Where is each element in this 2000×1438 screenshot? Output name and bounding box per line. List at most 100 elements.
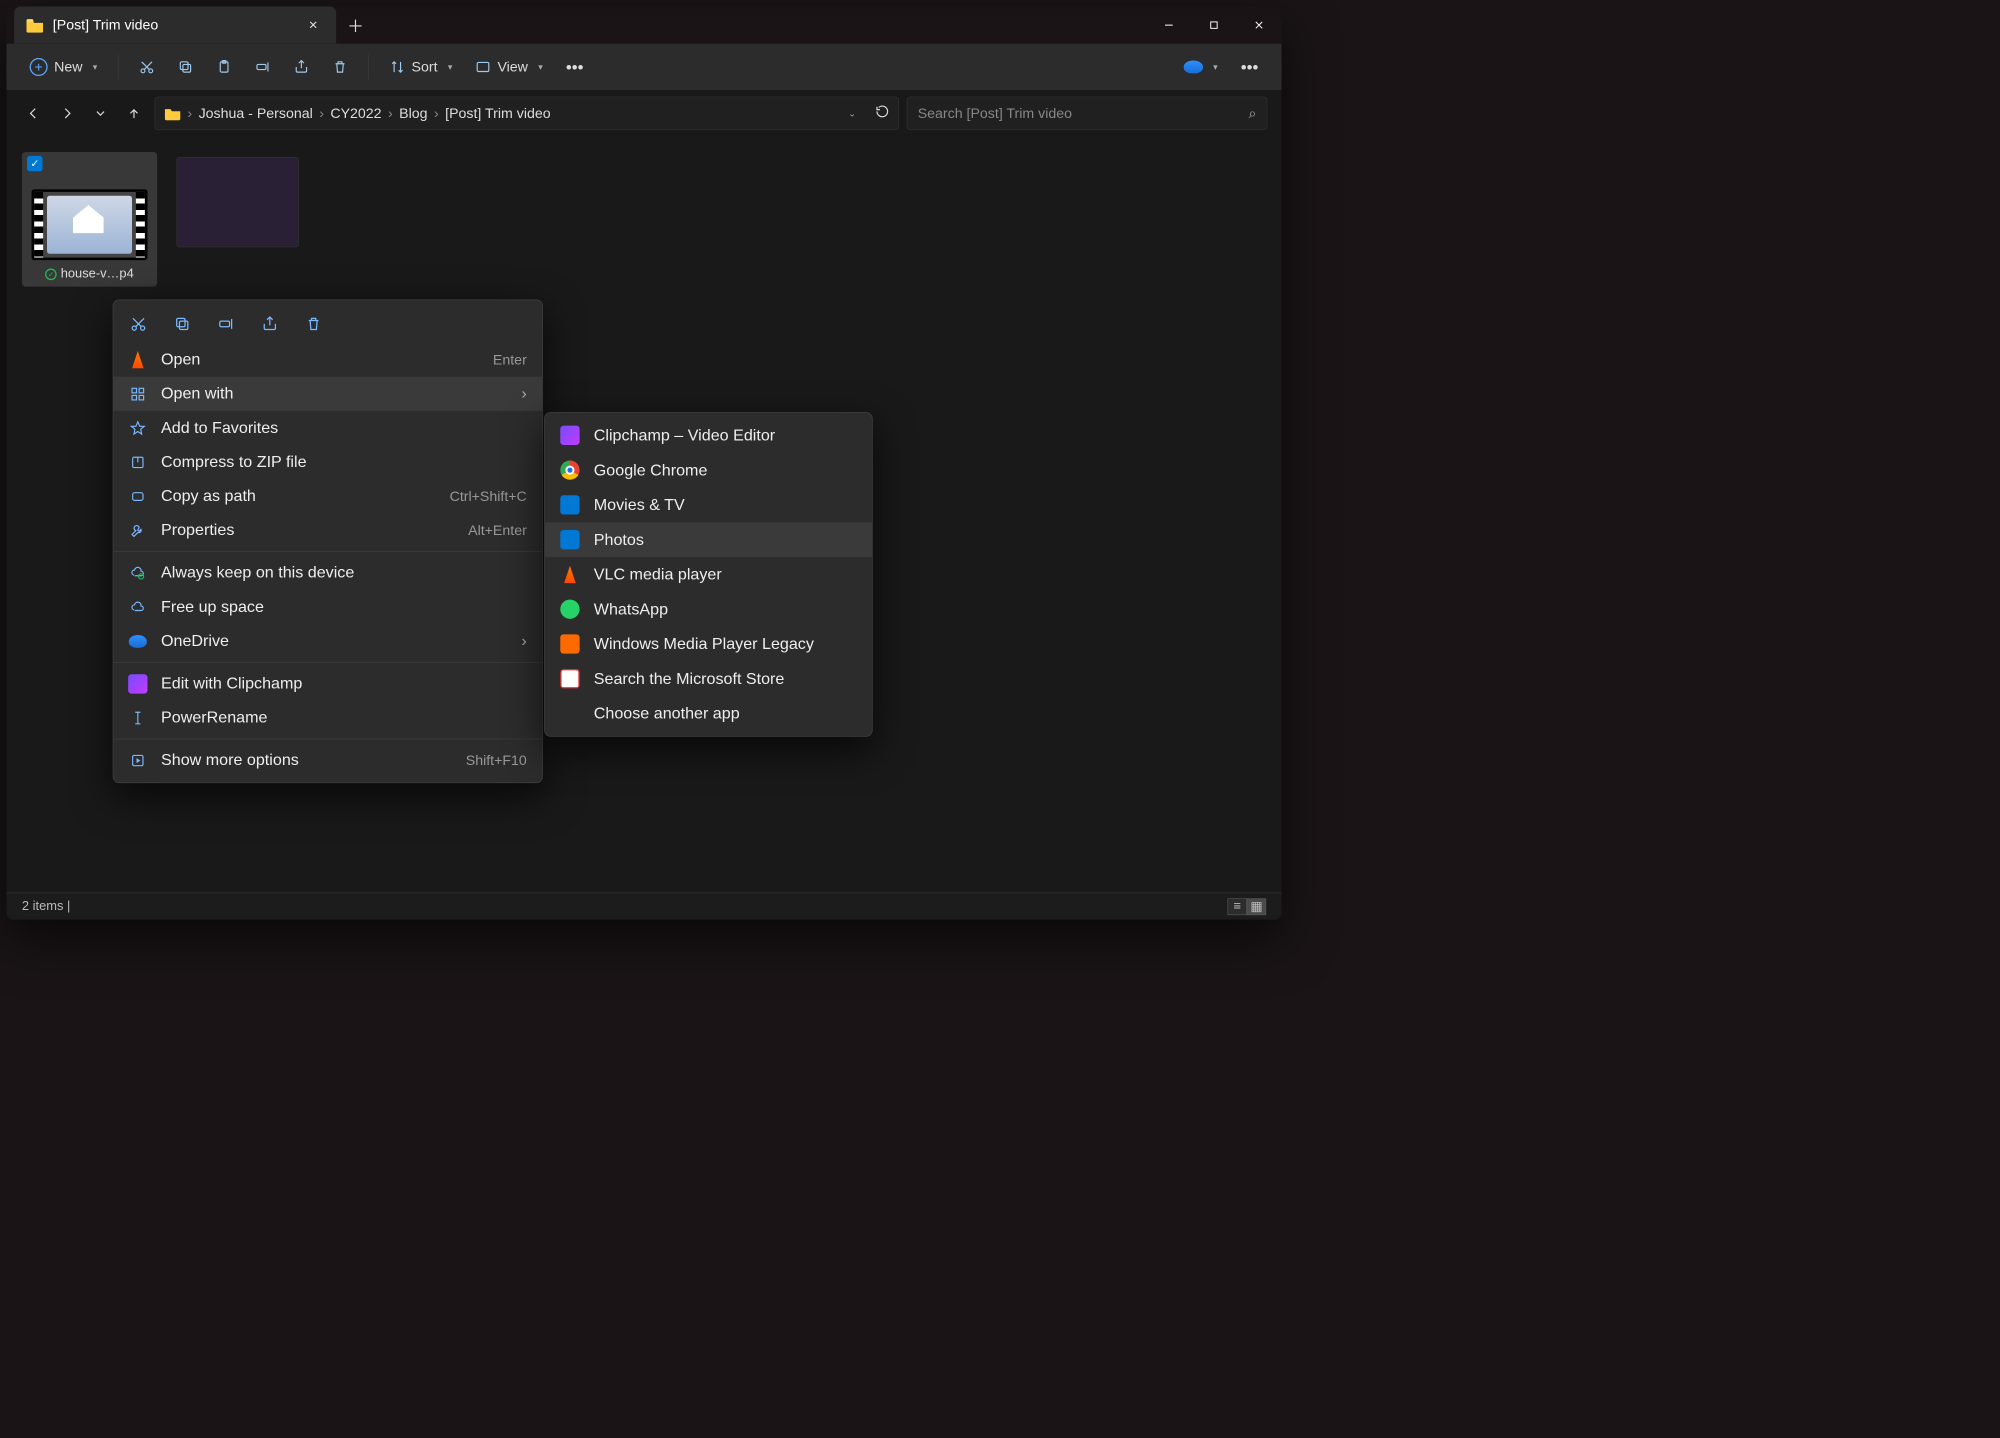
close-tab-button[interactable]: ✕ (302, 14, 325, 35)
view-icon (476, 59, 491, 74)
app-icon (560, 600, 579, 619)
sort-icon (390, 59, 405, 74)
copy-button[interactable] (169, 53, 202, 81)
menu-item-powerrename[interactable]: PowerRename (113, 701, 542, 735)
close-window-button[interactable] (1236, 6, 1281, 43)
share-button[interactable] (259, 313, 281, 335)
menu-item-onedrive[interactable]: OneDrive› (113, 624, 542, 658)
chevron-down-icon: ▾ (1213, 62, 1218, 73)
video-thumbnail (32, 189, 148, 260)
onedrive-status-button[interactable]: ▾ (1174, 54, 1226, 80)
breadcrumb-item[interactable]: [Post] Trim video (445, 105, 551, 122)
details-view-button[interactable]: ≡ (1227, 898, 1246, 915)
window-controls (1146, 6, 1281, 43)
new-tab-button[interactable]: ＋ (336, 6, 375, 43)
chevron-down-icon: ▾ (448, 62, 453, 73)
open-with-search-the-microsoft-store[interactable]: Search the Microsoft Store (545, 661, 872, 696)
open-with-photos[interactable]: Photos (545, 522, 872, 557)
toolbar: + New ▾ Sort ▾ View ▾ ••• ▾ ••• (6, 44, 1281, 90)
rename-button[interactable] (246, 53, 279, 81)
app-icon (560, 495, 579, 514)
open-with-clipchamp-video-editor[interactable]: Clipchamp – Video Editor (545, 418, 872, 453)
breadcrumb-item[interactable]: Blog (399, 105, 427, 122)
tab-current[interactable]: [Post] Trim video ✕ (14, 6, 336, 43)
sort-button[interactable]: Sort ▾ (381, 52, 462, 82)
chevron-down-icon: ▾ (538, 62, 543, 73)
menu-item-edit-with-clipchamp[interactable]: Edit with Clipchamp (113, 667, 542, 701)
chevron-down-icon[interactable]: ⌄ (848, 108, 856, 119)
wrench-icon (129, 521, 147, 539)
app-icon (560, 426, 579, 445)
up-button[interactable] (121, 100, 147, 126)
app-icon (560, 530, 579, 549)
address-bar-row: › Joshua - Personal› CY2022› Blog› [Post… (6, 90, 1281, 136)
vlc-icon (129, 351, 147, 369)
sync-ok-icon: ✓ (45, 268, 57, 280)
folder-icon (164, 106, 181, 120)
icons-view-button[interactable]: ▦ (1247, 898, 1266, 915)
recent-button[interactable] (88, 100, 114, 126)
open-with-whatsapp[interactable]: WhatsApp (545, 592, 872, 627)
sort-label: Sort (412, 59, 438, 76)
open-with-movies-tv[interactable]: Movies & TV (545, 488, 872, 523)
menu-item-add-to-favorites[interactable]: Add to Favorites (113, 411, 542, 445)
menu-item-copy-as-path[interactable]: Copy as pathCtrl+Shift+C (113, 479, 542, 513)
plus-circle-icon: + (30, 58, 48, 76)
file-item-image[interactable] (176, 152, 311, 247)
folder-icon (26, 17, 44, 32)
cloud-icon (1183, 61, 1202, 74)
menu-item-open[interactable]: OpenEnter (113, 343, 542, 377)
new-button[interactable]: + New ▾ (21, 52, 107, 83)
search-input[interactable]: Search [Post] Trim video ⌕ (907, 97, 1268, 130)
breadcrumb-item[interactable]: Joshua - Personal (199, 105, 313, 122)
copy-button[interactable] (171, 313, 193, 335)
star-icon (129, 419, 147, 437)
menu-item-show-more-options[interactable]: Show more optionsShift+F10 (113, 743, 542, 777)
delete-button[interactable] (323, 53, 356, 81)
overflow-button[interactable]: ••• (1232, 51, 1268, 84)
file-item-video[interactable]: ✓ ✓house-v…p4 (22, 152, 157, 287)
app-icon (560, 669, 579, 688)
checkbox-checked-icon[interactable]: ✓ (27, 156, 42, 171)
cloudkeep-icon (129, 564, 147, 582)
open-with-submenu: Clipchamp – Video EditorGoogle ChromeMov… (544, 412, 872, 737)
clipchamp-icon (129, 675, 147, 693)
menu-item-open-with[interactable]: Open with› (113, 377, 542, 411)
back-button[interactable] (21, 100, 47, 126)
breadcrumb[interactable]: › Joshua - Personal› CY2022› Blog› [Post… (155, 97, 899, 130)
menu-item-free-up-space[interactable]: Free up space (113, 590, 542, 624)
cut-button[interactable] (128, 313, 150, 335)
copy-icon (178, 59, 193, 74)
view-button[interactable]: View ▾ (467, 52, 552, 82)
paste-button[interactable] (207, 53, 240, 81)
chevron-down-icon: ▾ (93, 62, 98, 73)
menu-item-always-keep-on-this-device[interactable]: Always keep on this device (113, 556, 542, 590)
forward-button[interactable] (54, 100, 80, 126)
menu-item-compress-to-zip-file[interactable]: Compress to ZIP file (113, 445, 542, 479)
file-explorer-window: [Post] Trim video ✕ ＋ + New ▾ Sort ▾ (6, 6, 1281, 919)
breadcrumb-item[interactable]: CY2022 (330, 105, 381, 122)
open-with-choose-another-app[interactable]: Choose another app (545, 696, 872, 731)
cut-button[interactable] (130, 53, 163, 81)
app-icon (560, 704, 579, 723)
app-icon (560, 565, 579, 584)
menu-item-properties[interactable]: PropertiesAlt+Enter (113, 513, 542, 547)
open-with-google-chrome[interactable]: Google Chrome (545, 453, 872, 488)
rename-button[interactable] (215, 313, 237, 335)
titlebar: [Post] Trim video ✕ ＋ (6, 6, 1281, 43)
search-placeholder: Search [Post] Trim video (918, 105, 1072, 122)
cloud-icon (129, 598, 147, 616)
more-button[interactable]: ••• (557, 51, 593, 84)
share-icon (294, 59, 309, 74)
context-menu: OpenEnterOpen with›Add to FavoritesCompr… (113, 299, 543, 783)
zip-icon (129, 453, 147, 471)
open-with-windows-media-player-legacy[interactable]: Windows Media Player Legacy (545, 627, 872, 662)
search-icon: ⌕ (1249, 105, 1257, 122)
maximize-button[interactable] (1191, 6, 1236, 43)
minimize-button[interactable] (1146, 6, 1191, 43)
image-thumbnail (176, 157, 298, 247)
delete-button[interactable] (303, 313, 325, 335)
open-with-vlc-media-player[interactable]: VLC media player (545, 557, 872, 592)
share-button[interactable] (285, 53, 318, 81)
refresh-button[interactable] (875, 104, 889, 122)
